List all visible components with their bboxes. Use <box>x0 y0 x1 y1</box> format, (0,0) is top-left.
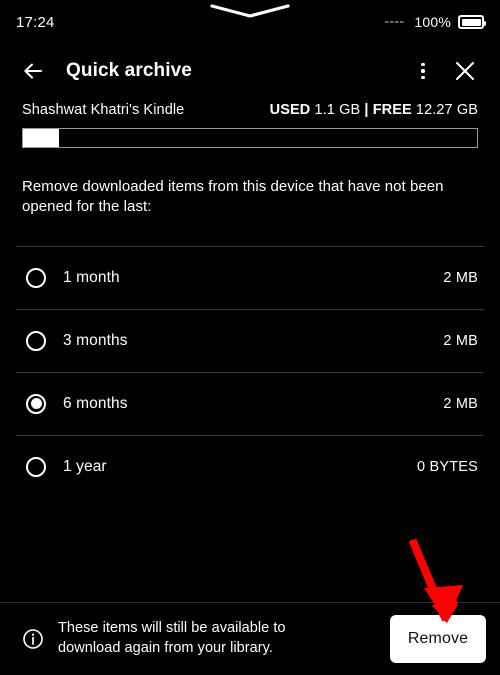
footer-note-line2: download again from your library. <box>58 640 273 656</box>
option-row[interactable]: 3 months 2 MB <box>0 310 500 372</box>
radio-unselected-icon[interactable] <box>26 267 46 288</box>
option-size: 2 MB <box>443 395 478 412</box>
info-circle-icon <box>22 628 44 650</box>
close-x-icon[interactable] <box>446 52 484 90</box>
storage-usage-summary: USED 1.1 GB | FREE 12.27 GB <box>270 102 478 118</box>
radio-unselected-icon[interactable] <box>26 330 46 351</box>
battery-percentage: 100% <box>414 14 451 30</box>
app-screen: 17:24 100% Quick archive Shashwat Khatri… <box>0 0 500 675</box>
option-row[interactable]: 1 year 0 BYTES <box>0 436 500 498</box>
battery-full-icon <box>458 15 486 29</box>
status-bar: 17:24 100% <box>0 0 500 44</box>
option-size: 0 BYTES <box>416 458 478 475</box>
bottom-action-bar: These items will still be available to d… <box>0 602 500 675</box>
storage-progress-fill <box>23 129 60 147</box>
storage-bar-wrap <box>0 118 500 148</box>
radio-selected-icon[interactable] <box>26 393 46 414</box>
app-bar: Quick archive <box>0 44 500 98</box>
radio-unselected-icon[interactable] <box>26 456 46 477</box>
storage-progress-bar <box>22 128 478 148</box>
page-title: Quick archive <box>66 60 192 81</box>
option-row[interactable]: 1 month 2 MB <box>0 247 500 309</box>
used-value: 1.1 GB <box>314 102 361 118</box>
instructions-text: Remove downloaded items from this device… <box>22 178 444 215</box>
usage-separator: | <box>364 102 369 118</box>
option-label: 6 months <box>63 394 128 412</box>
remove-button[interactable]: Remove <box>390 615 486 663</box>
footer-note: These items will still be available to d… <box>58 619 286 658</box>
more-vertical-icon[interactable] <box>404 52 442 90</box>
device-storage-row: Shashwat Khatri's Kindle USED 1.1 GB | F… <box>0 98 500 118</box>
status-time: 17:24 <box>16 13 55 31</box>
option-label: 1 month <box>63 268 120 286</box>
option-size: 2 MB <box>443 332 478 349</box>
free-value: 12.27 GB <box>415 102 478 118</box>
overflow-dots <box>421 62 425 80</box>
footer-note-line1: These items will still be available to <box>58 620 286 637</box>
status-indicators: 100% <box>385 14 486 30</box>
option-label: 1 year <box>63 457 107 475</box>
option-label: 3 months <box>63 331 128 349</box>
device-name: Shashwat Khatri's Kindle <box>22 102 185 118</box>
back-arrow-icon[interactable] <box>14 52 52 90</box>
signal-dashes-icon <box>385 21 404 23</box>
used-label: USED <box>269 102 311 118</box>
option-size: 2 MB <box>443 269 478 286</box>
option-row[interactable]: 6 months 2 MB <box>0 373 500 435</box>
archive-period-options: 1 month 2 MB 3 months 2 MB 6 months 2 MB 1 yea… <box>0 245 500 602</box>
free-label: FREE <box>372 102 412 118</box>
